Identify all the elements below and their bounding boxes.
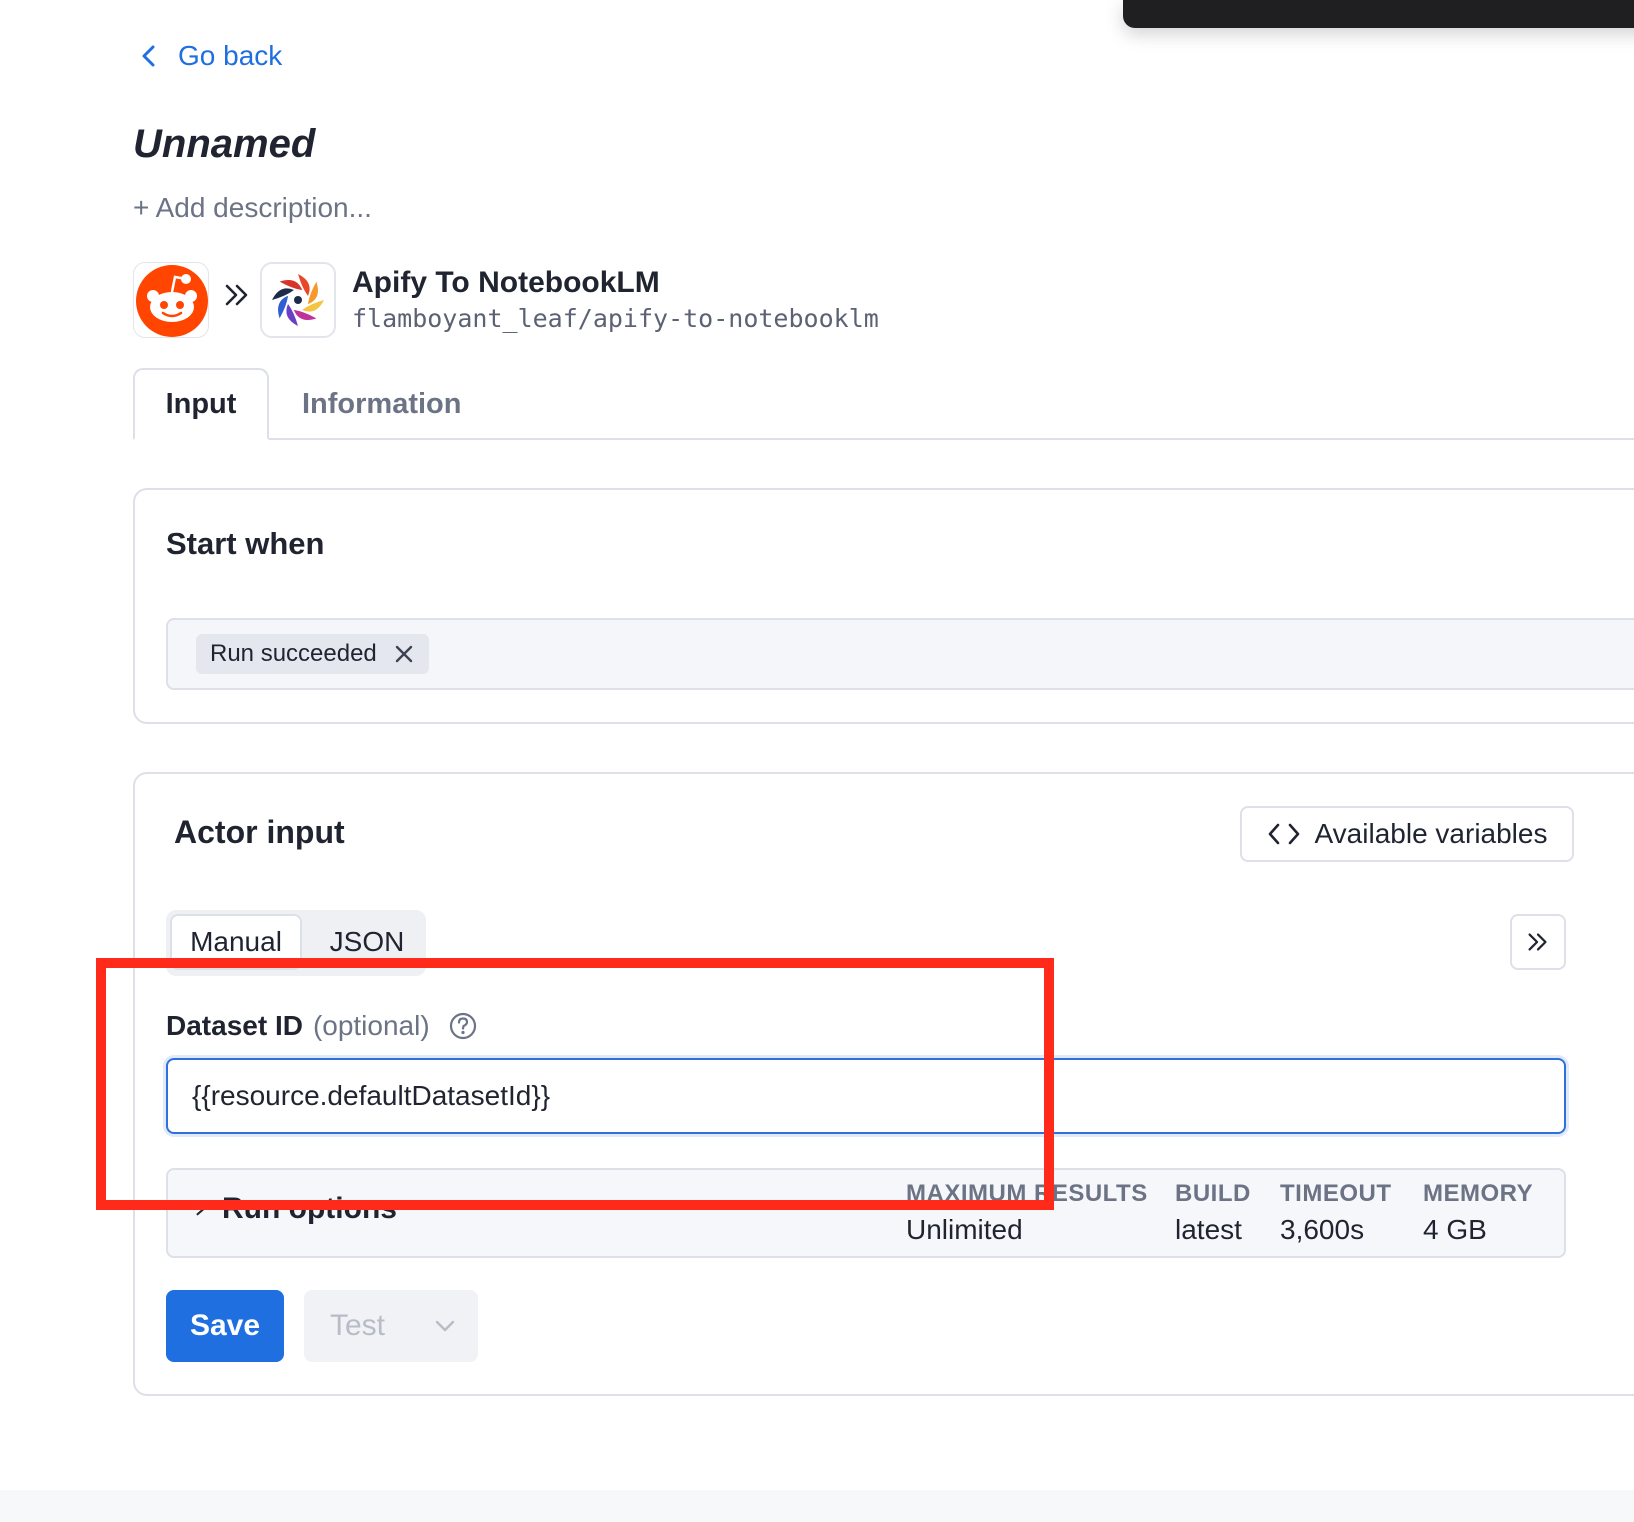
stat-key: TIMEOUT (1280, 1180, 1392, 1207)
stat-timeout: TIMEOUT 3,600s (1280, 1180, 1392, 1246)
actor-slug: flamboyant_leaf/apify-to-notebooklm (352, 304, 879, 333)
available-variables-label: Available variables (1314, 818, 1548, 849)
actor-logo-icon (260, 262, 336, 338)
stat-key: BUILD (1175, 1180, 1251, 1207)
test-button[interactable]: Test (304, 1290, 478, 1362)
tab-input[interactable]: Input (133, 368, 269, 440)
chevron-double-right-icon (1528, 933, 1547, 951)
actor-input-heading: Actor input (174, 814, 345, 850)
go-back-link[interactable]: Go back (138, 36, 282, 76)
expand-all-button[interactable] (1510, 914, 1566, 970)
go-back-label: Go back (178, 40, 283, 71)
test-label: Test (330, 1309, 386, 1342)
reddit-logo-icon (133, 262, 209, 338)
chip-label: Run succeeded (210, 640, 377, 667)
page-footer-strip (0, 1490, 1634, 1522)
stat-value: 4 GB (1423, 1214, 1487, 1245)
stat-key: MEMORY (1423, 1180, 1534, 1207)
page-title[interactable]: Unnamed (133, 122, 315, 167)
save-button[interactable]: Save (166, 1290, 284, 1362)
available-variables-button[interactable]: Available variables (1240, 806, 1574, 862)
chevron-double-right-icon (225, 284, 248, 306)
event-chip-run-succeeded: Run succeeded (196, 634, 429, 674)
stat-memory: MEMORY 4 GB (1423, 1180, 1533, 1246)
actor-name: Apify To NotebookLM (352, 266, 660, 299)
chevron-left-icon (142, 45, 155, 67)
stat-value: 3,600s (1280, 1214, 1365, 1245)
stat-value: Unlimited (906, 1214, 1023, 1245)
stat-value: latest (1175, 1214, 1242, 1245)
stat-build: BUILD latest (1175, 1180, 1251, 1246)
chevron-down-icon (435, 1320, 455, 1332)
add-description-link[interactable]: + Add description... (133, 192, 372, 224)
highlight-annotation-box (96, 958, 1054, 1210)
code-brackets-icon (1268, 823, 1299, 845)
start-when-heading: Start when (166, 526, 325, 561)
dark-toolbar-fragment (1123, 0, 1634, 28)
tab-information[interactable]: Information (290, 368, 474, 440)
close-icon[interactable] (393, 643, 415, 665)
